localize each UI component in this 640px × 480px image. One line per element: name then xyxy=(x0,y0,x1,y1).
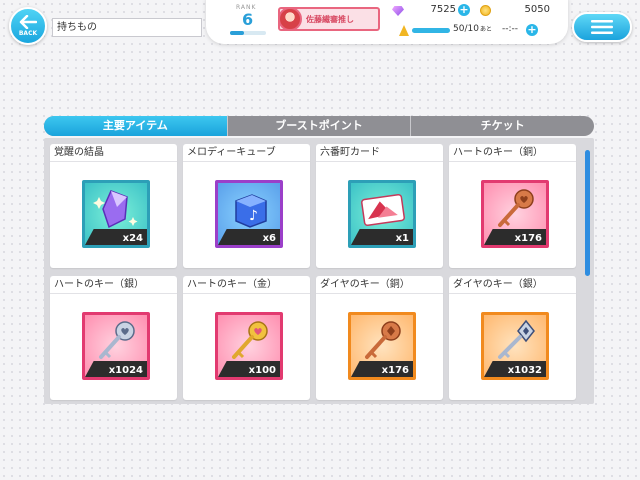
item-card[interactable]: ダイヤのキー（銀） x1032 xyxy=(449,276,576,400)
category-tabs: 主要アイテム ブーストポイント チケット xyxy=(44,116,594,136)
stamina-timer: --:-- xyxy=(502,24,519,34)
scrollbar[interactable] xyxy=(585,150,590,276)
coin-icon xyxy=(480,5,491,16)
tab-main-items[interactable]: 主要アイテム xyxy=(44,116,227,136)
item-name: ダイヤのキー（銀） xyxy=(449,276,576,294)
oshi-badge[interactable]: 佐藤繊審推し xyxy=(278,7,380,31)
item-card[interactable]: ハートのキー（銀） x1024 xyxy=(50,276,177,400)
item-grid-frame: 覚醒の結晶 x24 メロディーキューブ ♪ x6 六番町カード x1 ハートのキ… xyxy=(44,138,594,404)
item-quantity: x176 xyxy=(381,365,409,376)
item-name: メロディーキューブ xyxy=(183,144,310,162)
stamina-suffix: あと xyxy=(479,26,492,33)
item-quantity: x1024 xyxy=(108,365,143,376)
item-name: 覚醒の結晶 xyxy=(50,144,177,162)
rank-progress-bar xyxy=(230,31,266,35)
diamond-key-silver-icon xyxy=(498,319,535,359)
item-icon-frame: x1 xyxy=(348,180,416,248)
stamina-text: 50/10あと xyxy=(453,24,492,34)
stamina-value: 50/10 xyxy=(453,24,479,34)
stamina-bar xyxy=(412,28,450,33)
item-name: ハートのキー（銅） xyxy=(449,144,576,162)
diamond-key-bronze-icon xyxy=(365,321,401,359)
item-quantity: x24 xyxy=(122,233,143,244)
item-quantity: x1 xyxy=(395,233,409,244)
gem-icon xyxy=(392,6,404,16)
item-card[interactable]: ダイヤのキー（銅） x176 xyxy=(316,276,443,400)
oshi-name: 佐藤繊審推し xyxy=(306,15,354,24)
stamina-fill xyxy=(412,28,450,33)
item-card[interactable]: メロディーキューブ ♪ x6 xyxy=(183,144,310,268)
status-panel: RANK 6 佐藤繊審推し 7525 + 5050 50/10あと --:-- … xyxy=(206,0,568,44)
tab-boost-points[interactable]: ブーストポイント xyxy=(226,116,411,136)
heart-key-bronze-icon xyxy=(498,189,534,227)
back-button[interactable]: BACK xyxy=(9,7,47,45)
hamburger-icon xyxy=(591,20,613,34)
avatar xyxy=(278,7,302,31)
page-title: 持ちもの xyxy=(52,18,202,37)
item-icon-frame: x176 xyxy=(481,180,549,248)
gem-count: 7525 xyxy=(430,4,456,15)
item-icon-frame: ♪ x6 xyxy=(215,180,283,248)
add-gems-button[interactable]: + xyxy=(458,4,470,16)
menu-button[interactable] xyxy=(572,12,632,42)
item-name: ハートのキー（銀） xyxy=(50,276,177,294)
item-quantity: x1032 xyxy=(507,365,542,376)
add-stamina-button[interactable]: + xyxy=(526,24,538,36)
coin-count: 5050 xyxy=(524,4,550,15)
item-icon-frame: x1024 xyxy=(82,312,150,380)
item-icon-frame: x24 xyxy=(82,180,150,248)
item-card[interactable]: 覚醒の結晶 x24 xyxy=(50,144,177,268)
item-name: 六番町カード xyxy=(316,144,443,162)
stamina-icon xyxy=(399,25,409,36)
item-quantity: x100 xyxy=(248,365,276,376)
item-quantity: x176 xyxy=(514,233,542,244)
rank-value: 6 xyxy=(242,10,254,29)
heart-key-silver-icon xyxy=(99,321,135,359)
heart-key-gold-icon xyxy=(232,321,268,359)
item-icon-frame: x1032 xyxy=(481,312,549,380)
card-icon xyxy=(361,193,405,227)
rank-progress-fill xyxy=(230,31,245,35)
item-card[interactable]: 六番町カード x1 xyxy=(316,144,443,268)
item-name: ダイヤのキー（銅） xyxy=(316,276,443,294)
item-card[interactable]: ハートのキー（金） x100 xyxy=(183,276,310,400)
item-card[interactable]: ハートのキー（銅） x176 xyxy=(449,144,576,268)
svg-text:♪: ♪ xyxy=(249,208,258,224)
arrow-left-icon xyxy=(19,15,37,29)
item-quantity: x6 xyxy=(262,233,276,244)
back-label: BACK xyxy=(18,30,38,37)
melody-cube-icon: ♪ xyxy=(235,194,267,228)
item-icon-frame: x100 xyxy=(215,312,283,380)
crystal-icon xyxy=(93,190,138,229)
item-name: ハートのキー（金） xyxy=(183,276,310,294)
item-grid: 覚醒の結晶 x24 メロディーキューブ ♪ x6 六番町カード x1 ハートのキ… xyxy=(50,144,578,400)
item-icon-frame: x176 xyxy=(348,312,416,380)
tab-tickets[interactable]: チケット xyxy=(410,116,594,136)
